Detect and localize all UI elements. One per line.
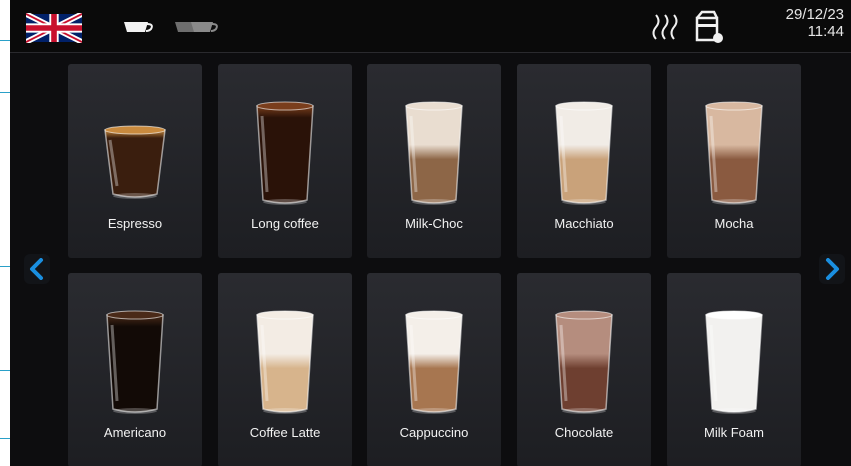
- beverage-tile[interactable]: Milk-Choc: [367, 64, 501, 258]
- beverage-label: Americano: [103, 425, 167, 440]
- annotation-marker: [0, 40, 10, 41]
- beverage-grid: Espresso Long coffee Milk-Choc Macchiato…: [10, 0, 851, 466]
- beverage-glass-icon: [555, 101, 613, 205]
- beverage-tile[interactable]: Cappuccino: [367, 273, 501, 466]
- annotation-marker: [0, 92, 10, 93]
- beverage-glass-icon: [405, 310, 463, 414]
- annotation-marker: [0, 438, 10, 439]
- beverage-label: Cappuccino: [399, 425, 469, 440]
- beverage-tile[interactable]: Mocha: [667, 64, 801, 258]
- beverage-label: Chocolate: [554, 425, 614, 440]
- beverage-tile[interactable]: Coffee Latte: [218, 273, 352, 466]
- beverage-tile[interactable]: Long coffee: [218, 64, 352, 258]
- beverage-tile[interactable]: Espresso: [68, 64, 202, 258]
- chevron-left-icon: [30, 258, 43, 280]
- beverage-label: Espresso: [107, 216, 163, 231]
- chevron-right-icon: [826, 258, 839, 280]
- beverage-glass-icon: [705, 101, 763, 205]
- beverage-tile[interactable]: Chocolate: [517, 273, 651, 466]
- machine-screen: 29/12/23 11:44 Espresso Long coffee Milk…: [10, 0, 851, 466]
- beverage-tile[interactable]: Milk Foam: [667, 273, 801, 466]
- beverage-label: Milk-Choc: [405, 216, 463, 231]
- beverage-label: Macchiato: [554, 216, 614, 231]
- annotation-marker: [0, 266, 10, 267]
- beverage-glass-icon: [705, 310, 763, 414]
- beverage-glass-icon: [106, 310, 164, 414]
- beverage-glass-icon: [256, 310, 314, 414]
- next-page-button[interactable]: [819, 254, 845, 284]
- beverage-glass-icon: [104, 125, 166, 199]
- beverage-label: Mocha: [714, 216, 754, 231]
- beverage-label: Milk Foam: [704, 425, 764, 440]
- annotation-marker: [0, 370, 10, 371]
- previous-page-button[interactable]: [24, 254, 50, 284]
- beverage-glass-icon: [555, 310, 613, 414]
- beverage-tile[interactable]: Macchiato: [517, 64, 651, 258]
- beverage-label: Long coffee: [251, 216, 319, 231]
- beverage-glass-icon: [256, 101, 314, 205]
- beverage-tile[interactable]: Americano: [68, 273, 202, 466]
- beverage-label: Coffee Latte: [249, 425, 321, 440]
- beverage-glass-icon: [405, 101, 463, 205]
